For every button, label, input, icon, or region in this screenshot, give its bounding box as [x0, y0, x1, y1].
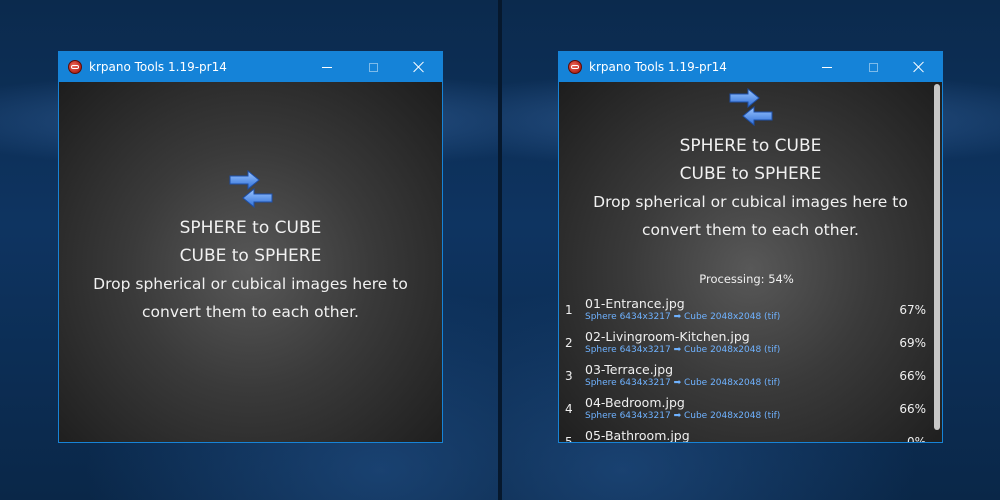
- krpano-logo-icon[interactable]: [568, 60, 582, 74]
- file-progress-percent: 0%: [906, 435, 926, 442]
- file-list: 1 01-Entrance.jpg Sphere 6434x3217 ➡ Cub…: [559, 294, 932, 442]
- close-icon: [913, 61, 925, 73]
- list-item[interactable]: 4 04-Bedroom.jpg Sphere 6434x3217 ➡ Cube…: [559, 393, 932, 426]
- list-item[interactable]: 5 05-Bathroom.jpg 0%: [559, 426, 932, 442]
- file-name: 03-Terrace.jpg: [585, 362, 674, 377]
- drop-instructions-line1: Drop spherical or cubical images here to: [593, 193, 908, 211]
- krpano-window-idle: krpano Tools 1.19-pr14 SPHERE to CUBE CU…: [58, 51, 443, 443]
- swap-arrows-icon: [229, 170, 272, 208]
- scrollbar-thumb[interactable]: [934, 84, 940, 430]
- file-progress-percent: 69%: [899, 336, 926, 350]
- maximize-button[interactable]: [850, 52, 896, 82]
- file-name: 05-Bathroom.jpg: [585, 428, 690, 442]
- sphere-to-cube-label: SPHERE to CUBE: [679, 136, 822, 156]
- file-conversion-detail: Sphere 6434x3217 ➡ Cube 2048x2048 (tif): [585, 345, 781, 355]
- drop-zone-message: SPHERE to CUBE CUBE to SPHERE Drop spher…: [59, 170, 442, 326]
- close-button[interactable]: [396, 52, 442, 82]
- close-icon: [413, 61, 425, 73]
- file-index: 2: [565, 336, 573, 350]
- file-index: 1: [565, 303, 573, 317]
- file-conversion-detail: Sphere 6434x3217 ➡ Cube 2048x2048 (tif): [585, 312, 781, 322]
- title-bar[interactable]: krpano Tools 1.19-pr14: [559, 52, 942, 82]
- krpano-logo-icon[interactable]: [68, 60, 82, 74]
- window-title: krpano Tools 1.19-pr14: [89, 60, 227, 74]
- file-progress-percent: 66%: [899, 402, 926, 416]
- file-progress-percent: 67%: [899, 303, 926, 317]
- processing-status: Processing: 54%: [699, 272, 794, 286]
- file-name: 01-Entrance.jpg: [585, 296, 685, 311]
- file-index: 5: [565, 435, 573, 442]
- file-name: 02-Livingroom-Kitchen.jpg: [585, 329, 750, 344]
- drop-instructions-line2: convert them to each other.: [142, 303, 359, 321]
- file-index: 3: [565, 369, 573, 383]
- maximize-button[interactable]: [350, 52, 396, 82]
- file-conversion-detail: Sphere 6434x3217 ➡ Cube 2048x2048 (tif): [585, 411, 781, 421]
- drop-instructions-line2: convert them to each other.: [642, 221, 859, 239]
- minimize-button[interactable]: [304, 52, 350, 82]
- file-conversion-detail: Sphere 6434x3217 ➡ Cube 2048x2048 (tif): [585, 378, 781, 388]
- drop-instructions: Drop spherical or cubical images here to…: [59, 270, 442, 326]
- cube-to-sphere-label: CUBE to SPHERE: [679, 164, 822, 184]
- krpano-window-processing: krpano Tools 1.19-pr14 SPHERE to CUBE CU…: [558, 51, 943, 443]
- drop-instructions: Drop spherical or cubical images here to…: [559, 188, 942, 244]
- file-index: 4: [565, 402, 573, 416]
- minimize-icon: [322, 66, 332, 68]
- close-button[interactable]: [896, 52, 942, 82]
- drop-instructions-line1: Drop spherical or cubical images here to: [93, 275, 408, 293]
- maximize-icon: [368, 62, 378, 72]
- file-progress-percent: 66%: [899, 369, 926, 383]
- file-name: 04-Bedroom.jpg: [585, 395, 685, 410]
- drop-zone-message: SPHERE to CUBE CUBE to SPHERE Drop spher…: [559, 88, 942, 244]
- window-title: krpano Tools 1.19-pr14: [589, 60, 727, 74]
- cube-to-sphere-label: CUBE to SPHERE: [179, 246, 322, 266]
- scrollbar[interactable]: [933, 84, 941, 430]
- list-item[interactable]: 1 01-Entrance.jpg Sphere 6434x3217 ➡ Cub…: [559, 294, 932, 327]
- sphere-to-cube-label: SPHERE to CUBE: [179, 218, 322, 238]
- list-item[interactable]: 2 02-Livingroom-Kitchen.jpg Sphere 6434x…: [559, 327, 932, 360]
- swap-arrows-icon: [729, 88, 772, 126]
- maximize-icon: [868, 62, 878, 72]
- drop-area[interactable]: SPHERE to CUBE CUBE to SPHERE Drop spher…: [559, 82, 942, 442]
- minimize-button[interactable]: [804, 52, 850, 82]
- title-bar[interactable]: krpano Tools 1.19-pr14: [59, 52, 442, 82]
- list-item[interactable]: 3 03-Terrace.jpg Sphere 6434x3217 ➡ Cube…: [559, 360, 932, 393]
- minimize-icon: [822, 66, 832, 68]
- drop-area[interactable]: SPHERE to CUBE CUBE to SPHERE Drop spher…: [59, 82, 442, 442]
